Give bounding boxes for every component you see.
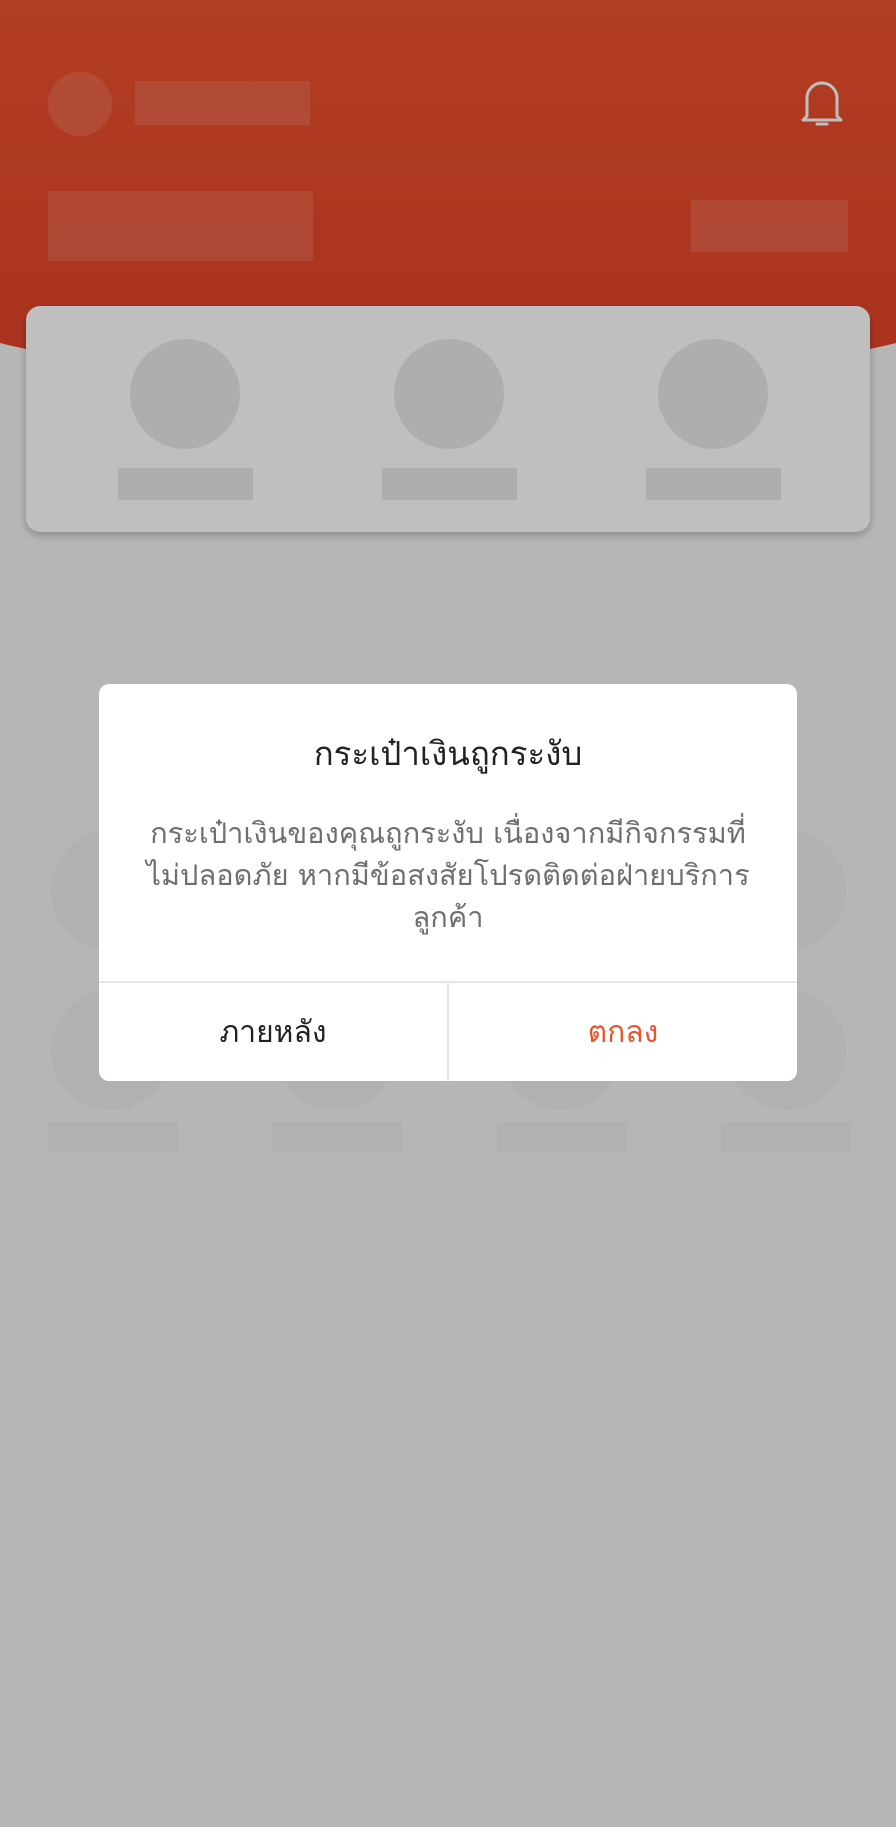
ok-button[interactable]: ตกลง	[449, 983, 797, 1081]
dialog-message: กระเป๋าเงินของคุณถูกระงับ เนื่องจากมีกิจ…	[146, 816, 750, 934]
later-button[interactable]: ภายหลัง	[99, 983, 447, 1081]
wallet-suspended-dialog: กระเป๋าเงินถูกระงับ กระเป๋าเงินของคุณถูก…	[99, 684, 797, 1081]
dialog-title: กระเป๋าเงินถูกระงับ	[313, 734, 583, 773]
